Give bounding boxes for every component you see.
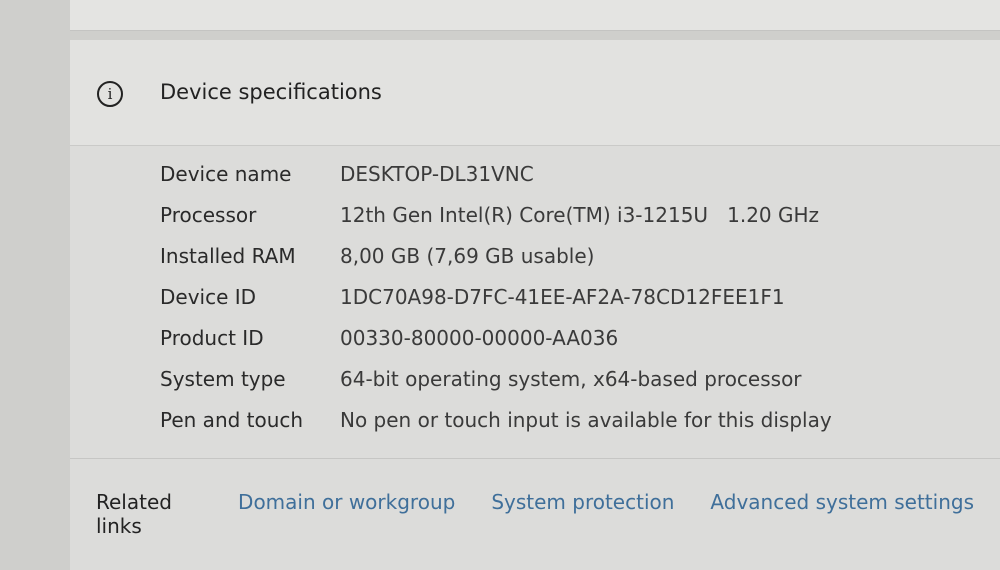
spec-row-product-id: Product ID 00330-80000-00000-AA036 (160, 326, 832, 367)
spec-label: Installed RAM (160, 244, 296, 268)
spec-value: No pen or touch input is available for t… (340, 408, 832, 432)
spec-label: Product ID (160, 326, 264, 350)
spec-label: Device name (160, 162, 292, 186)
device-specifications-header[interactable]: i Device specifications (70, 40, 1000, 146)
related-links: Related links Domain or workgroup System… (96, 490, 1000, 538)
spec-row-installed-ram: Installed RAM 8,00 GB (7,69 GB usable) (160, 244, 832, 285)
related-links-label: Related links (96, 490, 172, 538)
spec-value: 00330-80000-00000-AA036 (340, 326, 619, 350)
system-protection-link[interactable]: System protection (491, 490, 674, 514)
spec-value: 64-bit operating system, x64-based proce… (340, 367, 802, 391)
spec-value: 12th Gen Intel(R) Core(TM) i3-1215U 1.20… (340, 203, 820, 227)
spec-row-pen-and-touch: Pen and touch No pen or touch input is av… (160, 408, 832, 449)
domain-or-workgroup-link[interactable]: Domain or workgroup (238, 490, 455, 514)
spec-row-device-id: Device ID 1DC70A98-D7FC-41EE-AF2A-78CD12F… (160, 285, 832, 326)
section-title: Device specifications (160, 80, 382, 104)
spec-row-device-name: Device name DESKTOP-DL31VNC (160, 162, 832, 203)
spec-value: 8,00 GB (7,69 GB usable) (340, 244, 595, 268)
spec-label: Device ID (160, 285, 257, 309)
spec-row-system-type: System type 64-bit operating system, x64-… (160, 367, 832, 408)
spec-label: Pen and touch (160, 408, 304, 432)
spec-label: System type (160, 367, 286, 391)
specs-list: Device name DESKTOP-DL31VNC Processor 12th… (160, 162, 832, 449)
advanced-system-settings-link[interactable]: Advanced system settings (710, 490, 974, 514)
divider (70, 458, 1000, 459)
spec-row-processor: Processor 12th Gen Intel(R) Core(TM) i3-1… (160, 203, 832, 244)
info-icon: i (97, 81, 123, 107)
spec-value: DESKTOP-DL31VNC (340, 162, 534, 186)
spec-value: 1DC70A98-D7FC-41EE-AF2A-78CD12FEE1F1 (340, 285, 785, 309)
spec-label: Processor (160, 203, 257, 227)
device-specifications-card: i Device specifications Device name DESKT… (70, 40, 1000, 570)
previous-card (70, 0, 1000, 31)
